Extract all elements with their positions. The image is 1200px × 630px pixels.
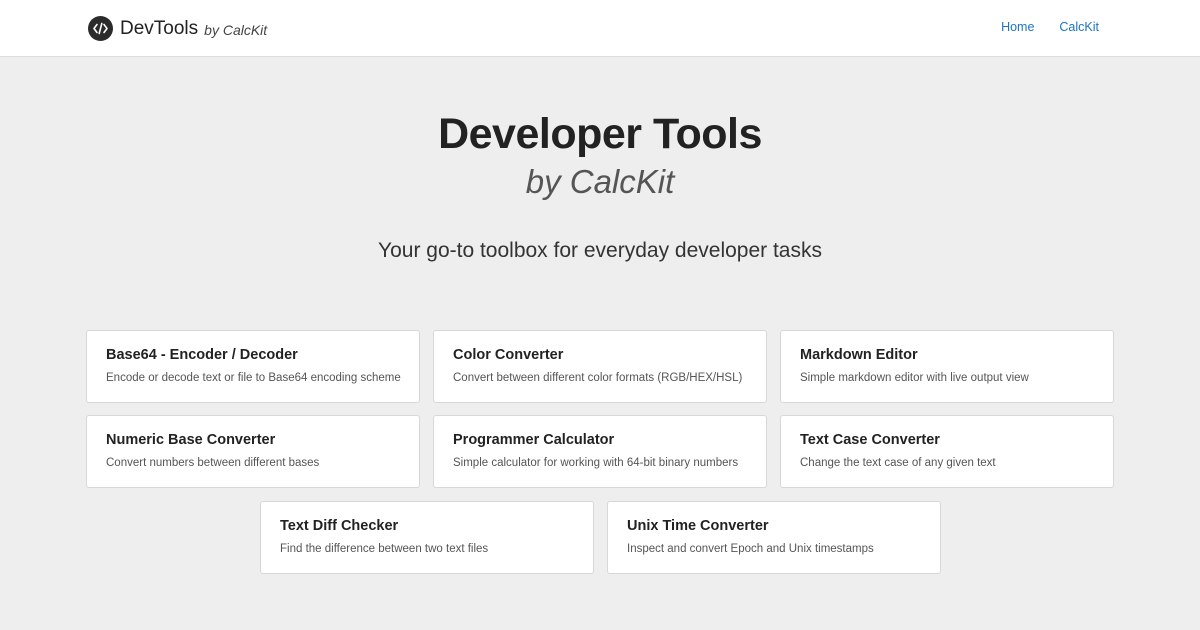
- tool-card-description: Inspect and convert Epoch and Unix times…: [627, 543, 874, 555]
- tool-card-description: Change the text case of any given text: [800, 457, 996, 469]
- tool-card-title: Markdown Editor: [800, 347, 918, 363]
- tool-card-title: Color Converter: [453, 347, 564, 363]
- tool-card-title: Text Case Converter: [800, 432, 940, 448]
- tool-card-markdown-editor[interactable]: Markdown Editor Simple markdown editor w…: [780, 330, 1114, 403]
- tool-card-description: Encode or decode text or file to Base64 …: [106, 372, 401, 384]
- tool-card-programmer-calculator[interactable]: Programmer Calculator Simple calculator …: [433, 415, 767, 488]
- tool-card-numeric-base-converter[interactable]: Numeric Base Converter Convert numbers b…: [86, 415, 420, 488]
- tool-card-text-diff-checker[interactable]: Text Diff Checker Find the difference be…: [260, 501, 594, 574]
- tool-card-title: Base64 - Encoder / Decoder: [106, 347, 298, 363]
- nav-links: Home CalcKit: [976, 20, 1099, 34]
- page-title: Developer Tools: [438, 110, 762, 158]
- tool-card-description: Convert between different color formats …: [453, 372, 743, 384]
- tool-card-base64[interactable]: Base64 - Encoder / Decoder Encode or dec…: [86, 330, 420, 403]
- tool-card-unix-time-converter[interactable]: Unix Time Converter Inspect and convert …: [607, 501, 941, 574]
- tool-card-title: Programmer Calculator: [453, 432, 615, 448]
- top-navbar: DevTools by CalcKit Home CalcKit: [0, 0, 1200, 57]
- tool-card-title: Text Diff Checker: [280, 518, 399, 534]
- brand-logo-link[interactable]: DevTools by CalcKit: [88, 16, 267, 41]
- brand-name: DevTools: [120, 17, 199, 39]
- page-tagline: Your go-to toolbox for everyday develope…: [378, 239, 822, 262]
- code-icon: [88, 16, 113, 41]
- tool-card-title: Unix Time Converter: [627, 518, 769, 534]
- page-subtitle: by CalcKit: [525, 163, 675, 200]
- tool-card-description: Find the difference between two text fil…: [280, 543, 489, 555]
- tool-card-title: Numeric Base Converter: [106, 432, 276, 448]
- brand-subtitle: by CalcKit: [204, 21, 268, 38]
- tool-card-text-case-converter[interactable]: Text Case Converter Change the text case…: [780, 415, 1114, 488]
- tool-card-description: Simple markdown editor with live output …: [800, 372, 1029, 384]
- nav-link-home[interactable]: Home: [1001, 20, 1034, 34]
- tool-card-description: Convert numbers between different bases: [106, 457, 320, 469]
- nav-link-calckit[interactable]: CalcKit: [1059, 20, 1099, 34]
- tool-card-description: Simple calculator for working with 64-bi…: [453, 457, 739, 469]
- tool-card-color-converter[interactable]: Color Converter Convert between differen…: [433, 330, 767, 403]
